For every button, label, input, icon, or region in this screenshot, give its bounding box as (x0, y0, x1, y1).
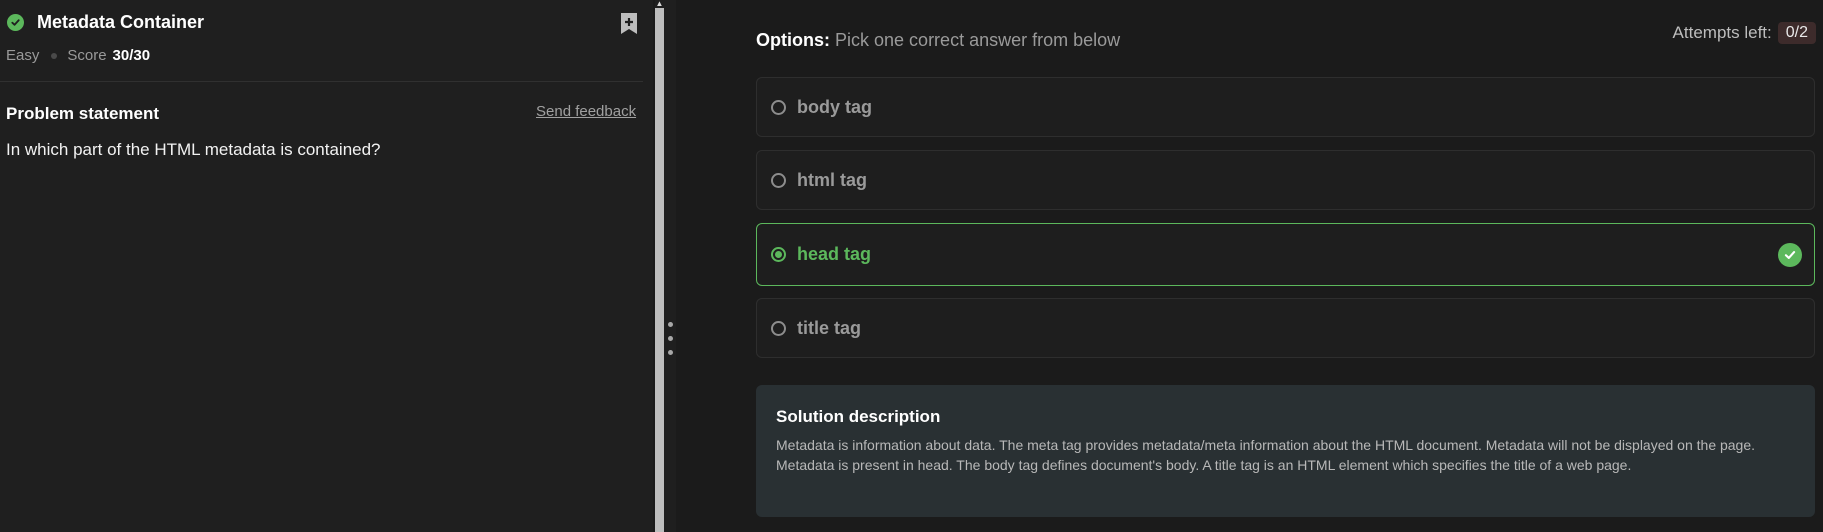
score-value: 30/30 (112, 47, 151, 64)
send-feedback-link[interactable]: Send feedback (536, 103, 636, 120)
radio-selected-icon[interactable] (771, 247, 786, 262)
option-label: html tag (797, 169, 867, 190)
separator-dot (51, 52, 58, 59)
problem-title-row: Metadata Container (7, 12, 204, 33)
option-label: title tag (797, 317, 862, 338)
left-panel-scrollbar[interactable] (655, 0, 664, 532)
drag-handle-icon[interactable] (668, 322, 673, 364)
question-text: In which part of the HTML metadata is co… (6, 140, 381, 159)
solution-title: Solution description (776, 407, 941, 426)
problem-title: Metadata Container (37, 12, 205, 32)
problem-statement-heading: Problem statement (6, 104, 160, 123)
problem-panel: Metadata Container Easy Score 30/30 Prob… (0, 0, 653, 532)
solution-box: Solution description Metadata is informa… (756, 385, 1815, 517)
bookmark-add-icon[interactable] (619, 12, 641, 36)
problem-meta: Easy Score 30/30 (6, 47, 150, 64)
radio-icon[interactable] (771, 99, 786, 115)
option-label: head tag (797, 244, 872, 264)
option-label: body tag (797, 96, 872, 117)
option-html-tag[interactable]: html tag (756, 150, 1815, 210)
difficulty-label: Easy (6, 47, 40, 64)
option-body-tag[interactable]: body tag (756, 77, 1815, 137)
attempts-left: Attempts left: 0/2 (1673, 22, 1816, 44)
score-label: Score (67, 47, 107, 64)
scroll-up-icon[interactable]: ▲ (655, 0, 664, 8)
panel-splitter[interactable] (664, 0, 676, 532)
divider (0, 81, 643, 82)
solved-check-icon (7, 14, 24, 31)
options-header: Options: Pick one correct answer from be… (756, 30, 1120, 51)
radio-icon[interactable] (771, 172, 786, 188)
attempts-badge: 0/2 (1777, 22, 1816, 44)
option-head-tag[interactable]: head tag (756, 223, 1815, 286)
options-instruction: Pick one correct answer from below (835, 30, 1121, 50)
solution-text: Metadata is information about data. The … (776, 437, 1756, 473)
radio-icon[interactable] (771, 320, 786, 336)
option-title-tag[interactable]: title tag (756, 298, 1815, 358)
options-label: Options: (756, 30, 830, 50)
attempts-label: Attempts left: (1672, 23, 1772, 42)
correct-check-icon (1778, 242, 1802, 267)
